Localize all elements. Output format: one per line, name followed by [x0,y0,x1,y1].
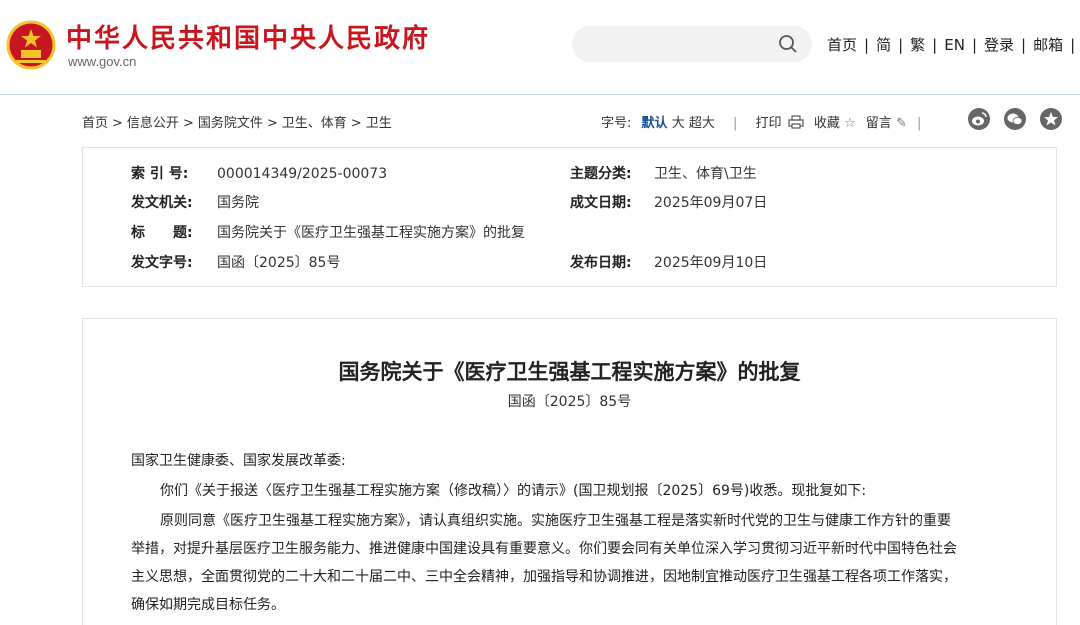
document-info-table: 索 引 号: 000014349/2025-00073 主题分类: 卫生、体育\卫生… [82,147,1057,287]
qzone-icon[interactable] [1040,108,1063,130]
nav-divider: | [932,36,938,54]
nav-mail[interactable]: 邮箱 [1033,36,1063,54]
print-button[interactable]: 打印 [755,115,808,131]
topic-label: 主题分类: [570,166,632,182]
breadcrumb-home[interactable]: 首页 [82,116,108,131]
font-size-default[interactable]: 默认 [642,116,668,131]
font-size-bigger[interactable]: 超大 [689,116,715,131]
page-tools: 字号: 默认 大 超大 | 打印 收藏 ☆ 留言 ✎ | [601,115,922,131]
breadcrumb-health-sports[interactable]: 卫生、体育 [282,116,347,131]
document-title: 国务院关于《医疗卫生强基工程实施方案》的批复 [338,360,801,384]
favorite-label: 收藏 [813,116,840,131]
nav-divider: | [971,36,977,54]
site-domain: www.gov.cn [68,54,137,69]
wechat-icon[interactable] [1004,108,1027,130]
font-size-label: 字号: [601,116,632,131]
weibo-icon[interactable] [968,108,990,130]
pencil-icon: ✎ [895,116,907,131]
info-row-issuer: 发文机关: 国务院 [131,192,259,212]
document-number: 国函〔2025〕85号 [507,394,632,410]
nav-english[interactable]: EN [944,36,965,54]
issuer-label: 发文机关: [131,195,193,211]
published-value: 2025年09月10日 [654,255,768,271]
breadcrumb-health[interactable]: 卫生 [366,116,392,131]
site-title[interactable]: 中华人民共和国中央人民政府 [66,18,430,55]
topic-value: 卫生、体育\卫生 [654,166,757,182]
index-value: 000014349/2025-00073 [217,166,388,182]
info-row-title: 标 题: 国务院关于《医疗卫生强基工程实施方案》的批复 [131,222,525,242]
star-icon: ☆ [843,116,856,131]
created-value: 2025年09月07日 [654,195,768,211]
info-row-index: 索 引 号: 000014349/2025-00073 [131,163,387,183]
print-label: 打印 [755,116,782,131]
created-label: 成文日期: [570,195,632,211]
search-icon[interactable] [778,34,798,54]
site-header: 中华人民共和国中央人民政府 www.gov.cn 首页 | 简 | 繁 | EN | 登录 | 邮箱… [0,0,1080,95]
national-emblem-icon[interactable] [6,20,56,70]
nav-home[interactable]: 首页 [827,36,857,54]
docno-value: 国函〔2025〕85号 [217,255,341,271]
document-paragraph-2-line-4: 确保如期完成目标任务。 [131,597,285,613]
index-label: 索 引 号: [131,166,189,182]
title-label: 标 题: [131,225,193,241]
search-input[interactable] [572,26,812,62]
document-addressee: 国家卫生健康委、国家发展改革委: [131,453,346,469]
nav-divider: | [864,36,870,54]
nav-divider: | [1021,36,1027,54]
info-row-topic: 主题分类: 卫生、体育\卫生 [570,163,757,183]
font-size-big[interactable]: 大 [672,116,685,131]
top-nav: 首页 | 简 | 繁 | EN | 登录 | 邮箱 | [827,34,1080,55]
document-paragraph-2-line-1: 原则同意《医疗卫生强基工程实施方案》，请认真组织实施。实施医疗卫生强基工程是落实… [160,513,951,529]
issuer-value: 国务院 [217,195,259,211]
docno-label: 发文字号: [131,255,193,271]
printer-icon [788,115,804,129]
comment-label: 留言 [865,116,892,131]
favorite-button[interactable]: 收藏 ☆ [814,116,856,131]
nav-simplified[interactable]: 简 [876,36,891,54]
published-label: 发布日期: [570,255,632,271]
nav-login[interactable]: 登录 [984,36,1014,54]
info-row-published: 发布日期: 2025年09月10日 [570,252,767,272]
nav-divider: | [898,36,904,54]
document-paragraph-2-line-3: 主义思想，全面贯彻党的二十大和二十届二中、三中全会精神，加强指导和协调推进，因地… [131,569,957,585]
title-value: 国务院关于《医疗卫生强基工程实施方案》的批复 [217,225,525,241]
breadcrumb-info-public[interactable]: 信息公开 [127,116,179,131]
document-paragraph-2-line-2: 举措，对提升基层医疗卫生服务能力、推进健康中国建设具有重要意义。你们要会同有关单… [131,541,957,557]
comment-button[interactable]: 留言 ✎ [866,116,907,131]
nav-divider: | [1070,36,1076,54]
info-row-created: 成文日期: 2025年09月07日 [570,192,767,212]
nav-traditional[interactable]: 繁 [910,36,925,54]
breadcrumb-state-council-docs[interactable]: 国务院文件 [198,116,263,131]
info-row-docno: 发文字号: 国函〔2025〕85号 [131,252,340,272]
share-buttons [968,108,1071,130]
breadcrumb: 首页 > 信息公开 > 国务院文件 > 卫生、体育 > 卫生 [82,116,392,131]
document-paragraph-1: 你们《关于报送〈医疗卫生强基工程实施方案（修改稿）〉的请示》(国卫规划报〔202… [160,483,867,499]
